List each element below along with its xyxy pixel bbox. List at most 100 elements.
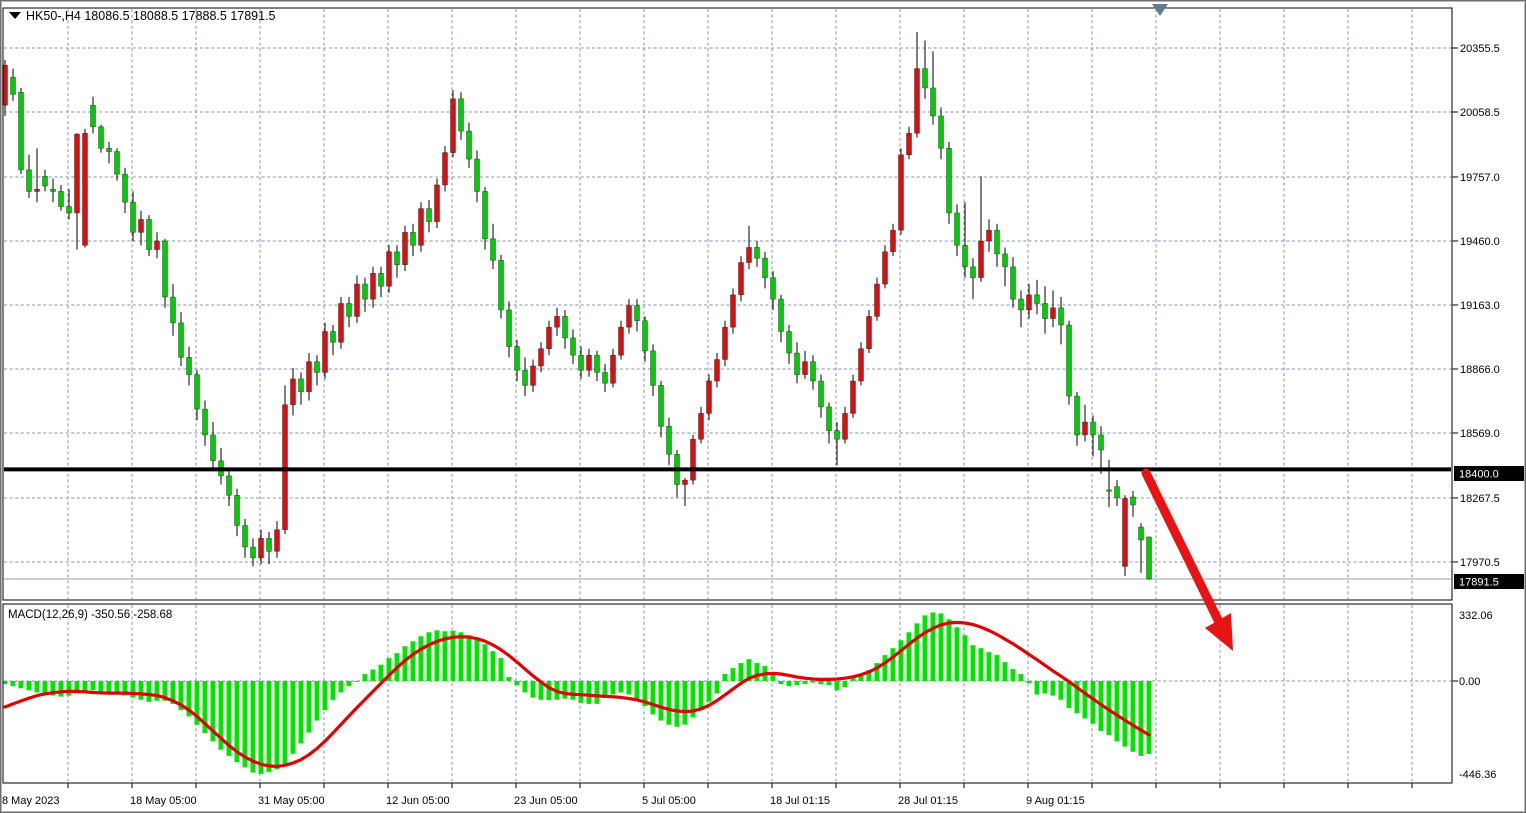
macd-histogram-bar: [1067, 681, 1072, 708]
macd-histogram-bar: [811, 681, 816, 683]
time-axis-label: 9 Aug 01:15: [1026, 795, 1085, 807]
macd-histogram-bar: [779, 681, 784, 684]
bull-candle-body: [803, 362, 808, 375]
bull-candle-body: [587, 355, 592, 370]
macd-histogram-bar: [107, 681, 112, 692]
macd-histogram-bar: [419, 636, 424, 681]
bear-candle-body: [347, 303, 352, 316]
macd-histogram-bar: [595, 681, 600, 704]
macd-axis-max: 332.06: [1459, 610, 1493, 622]
hline-price-tag: 18400.0: [1454, 466, 1524, 481]
macd-histogram-bar: [995, 655, 1000, 681]
macd-histogram-bar: [83, 681, 88, 691]
bull-candle-body: [307, 362, 312, 392]
bear-candle-body: [787, 331, 792, 353]
bull-candle-body: [707, 381, 712, 413]
macd-signal-line: [5, 622, 1149, 766]
macd-histogram-bar: [683, 681, 688, 725]
bid-price-tag: 17891.5: [1454, 574, 1524, 589]
bear-candle-body: [971, 267, 976, 278]
macd-histogram-bar: [955, 627, 960, 681]
macd-histogram-bar: [627, 681, 632, 695]
macd-indicator[interactable]: [3, 612, 1152, 773]
bear-candle-body: [635, 306, 640, 321]
bull-candle-body: [83, 133, 88, 245]
macd-histogram-bar: [11, 681, 16, 686]
bear-candle-body: [251, 547, 256, 558]
macd-histogram-bar: [59, 681, 64, 697]
bear-candle-body: [643, 321, 648, 351]
time-axis-label: 5 Jul 05:00: [642, 795, 696, 807]
bear-candle-body: [299, 379, 304, 392]
bear-candle-body: [755, 247, 760, 258]
macd-histogram-bar: [507, 677, 512, 681]
bear-candle-body: [1059, 308, 1064, 325]
bear-candle-body: [819, 381, 824, 407]
bull-candle-body: [867, 316, 872, 348]
bear-candle-body: [795, 353, 800, 375]
hline-price-tag-text: 18400.0: [1459, 469, 1499, 481]
macd-histogram-bar: [707, 681, 712, 702]
bear-candle-body: [1091, 422, 1096, 435]
bear-candle-body: [427, 209, 432, 222]
macd-histogram-bar: [267, 681, 272, 772]
macd-histogram-bar: [723, 674, 728, 681]
time-axis-label: 18 May 05:00: [130, 795, 197, 807]
macd-histogram-bar: [1043, 681, 1048, 693]
scroll-end-marker-icon[interactable]: [1152, 4, 1168, 16]
bull-candle-body: [1123, 499, 1128, 567]
macd-histogram-bar: [323, 681, 328, 710]
bull-candle-body: [739, 263, 744, 295]
bull-candle-body: [75, 134, 80, 213]
macd-histogram-bar: [1035, 681, 1040, 695]
bear-candle-body: [267, 538, 272, 551]
time-axis-label: 31 May 05:00: [258, 795, 325, 807]
macd-histogram-bar: [27, 681, 32, 690]
bear-candle-body: [1139, 527, 1144, 540]
bear-candle-body: [835, 431, 840, 440]
macd-histogram-bar: [355, 681, 360, 682]
bull-candle-body: [283, 405, 288, 530]
bear-candle-body: [827, 407, 832, 431]
bear-candle-body: [115, 152, 120, 175]
symbol-ohlc-label: HK50-,H4 18086.5 18088.5 17888.5 17891.5: [26, 9, 276, 23]
bear-candle-body: [99, 127, 104, 149]
macd-histogram-bar: [571, 681, 576, 700]
chart-canvas[interactable]: 20355.520058.519757.019460.019163.018866…: [0, 0, 1526, 813]
bear-candle-body: [51, 189, 56, 191]
bear-candle-body: [1147, 537, 1152, 579]
bear-candle-body: [947, 148, 952, 213]
bull-candle-body: [323, 331, 328, 372]
bear-candle-body: [499, 260, 504, 310]
symbol-dropdown-icon[interactable]: [9, 12, 21, 19]
bull-candle-body: [139, 219, 144, 232]
time-axis-label: 18 Jul 01:15: [770, 795, 830, 807]
arrow-shaft: [1146, 473, 1218, 620]
macd-histogram-bar: [155, 681, 160, 701]
bear-candle-body: [1067, 325, 1072, 396]
macd-histogram-bar: [307, 681, 312, 733]
bear-candle-body: [1075, 396, 1080, 435]
bull-candle-body: [627, 306, 632, 328]
macd-histogram-bar: [611, 681, 616, 695]
bear-candle-body: [315, 362, 320, 373]
macd-histogram-bar: [531, 681, 536, 698]
bear-candle-body: [1115, 487, 1120, 498]
macd-histogram-bar: [947, 619, 952, 681]
macd-histogram-bar: [523, 681, 528, 692]
time-axis-label: 23 Jun 05:00: [514, 795, 578, 807]
price-axis-label: 18866.0: [1460, 364, 1500, 376]
bear-candle-body: [211, 435, 216, 461]
bear-candle-body: [243, 525, 248, 547]
macd-histogram-bar: [771, 675, 776, 681]
macd-histogram-bar: [659, 681, 664, 721]
bull-candle-body: [387, 252, 392, 286]
bid-price-tag-text: 17891.5: [1459, 577, 1499, 589]
bull-candle-body: [443, 153, 448, 185]
macd-histogram-bar: [931, 612, 936, 681]
bull-candle-body: [747, 247, 752, 262]
main-pane-border: [3, 8, 1452, 600]
macd-histogram-bar: [435, 630, 440, 681]
macd-histogram-bar: [475, 639, 480, 681]
bear-candle-body: [483, 191, 488, 238]
